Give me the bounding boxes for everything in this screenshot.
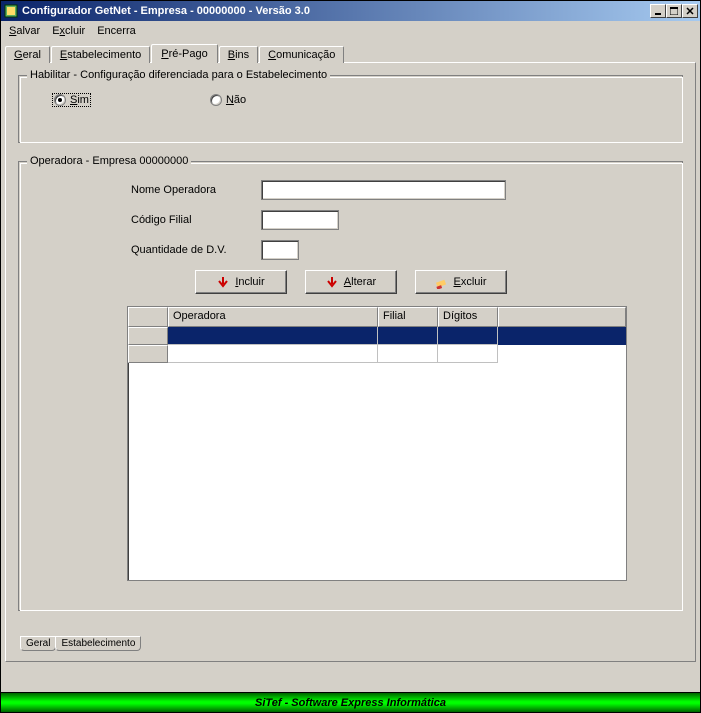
arrow-down-icon	[325, 275, 339, 289]
maximize-button[interactable]	[666, 4, 682, 18]
menu-excluir[interactable]: Excluir	[46, 23, 91, 39]
table-row[interactable]	[128, 327, 626, 345]
tab-bins[interactable]: Bins	[219, 46, 258, 63]
groupbox-habilitar: Habilitar - Configuração diferenciada pa…	[18, 75, 683, 143]
status-bar: SiTef - Software Express Informática	[1, 692, 700, 712]
minimize-button[interactable]	[650, 4, 666, 18]
app-window: Configurador GetNet - Empresa - 00000000…	[0, 0, 701, 713]
tab-panel-prepago: Habilitar - Configuração diferenciada pa…	[5, 62, 696, 662]
radio-sim[interactable]: Sim	[53, 94, 90, 106]
operadora-table[interactable]: Operadora Filial Dígitos	[127, 306, 627, 581]
menu-bar: Salvar Excluir Encerra	[1, 21, 700, 41]
subtab-geral[interactable]: Geral	[20, 636, 56, 651]
input-nome-operadora[interactable]	[261, 180, 506, 200]
column-header-filial[interactable]: Filial	[378, 307, 438, 327]
groupbox-operadora-legend: Operadora - Empresa 00000000	[27, 155, 191, 167]
column-header-digitos[interactable]: Dígitos	[438, 307, 498, 327]
menu-encerra[interactable]: Encerra	[91, 23, 142, 39]
status-text: SiTef - Software Express Informática	[255, 697, 446, 709]
app-icon	[3, 3, 19, 19]
title-bar: Configurador GetNet - Empresa - 00000000…	[1, 1, 700, 21]
tab-comunicacao[interactable]: Comunicação	[259, 46, 344, 63]
arrow-down-icon	[216, 275, 230, 289]
tab-estabelecimento[interactable]: Estabelecimento	[51, 46, 150, 63]
column-header-handle[interactable]	[128, 307, 168, 327]
close-button[interactable]	[682, 4, 698, 18]
eraser-icon	[434, 275, 448, 289]
radio-dot-icon	[54, 94, 66, 106]
radio-nao[interactable]: Não	[210, 94, 246, 106]
label-codigo-filial: Código Filial	[131, 214, 261, 226]
table-row[interactable]	[128, 345, 626, 363]
bottom-tabs: Geral Estabelecimento	[20, 636, 140, 651]
groupbox-habilitar-legend: Habilitar - Configuração diferenciada pa…	[27, 69, 330, 81]
subtab-estabelecimento[interactable]: Estabelecimento	[55, 636, 141, 651]
label-qtd-dv: Quantidade de D.V.	[131, 244, 261, 256]
groupbox-operadora: Operadora - Empresa 00000000 Nome Operad…	[18, 161, 683, 611]
column-header-operadora[interactable]: Operadora	[168, 307, 378, 327]
alterar-button[interactable]: Alterar	[305, 270, 397, 294]
radio-dot-icon	[210, 94, 222, 106]
menu-salvar[interactable]: Salvar	[3, 23, 46, 39]
incluir-button[interactable]: Incluir	[195, 270, 287, 294]
input-qtd-dv[interactable]	[261, 240, 299, 260]
label-nome-operadora: Nome Operadora	[131, 184, 261, 196]
tab-prepago[interactable]: Pré-Pago	[151, 44, 217, 63]
column-header-spacer	[498, 307, 626, 327]
top-tabs: Geral Estabelecimento Pré-Pago Bins Comu…	[5, 43, 696, 62]
tab-geral[interactable]: Geral	[5, 46, 50, 63]
window-title: Configurador GetNet - Empresa - 00000000…	[22, 5, 650, 17]
excluir-button[interactable]: Excluir	[415, 270, 507, 294]
input-codigo-filial[interactable]	[261, 210, 339, 230]
